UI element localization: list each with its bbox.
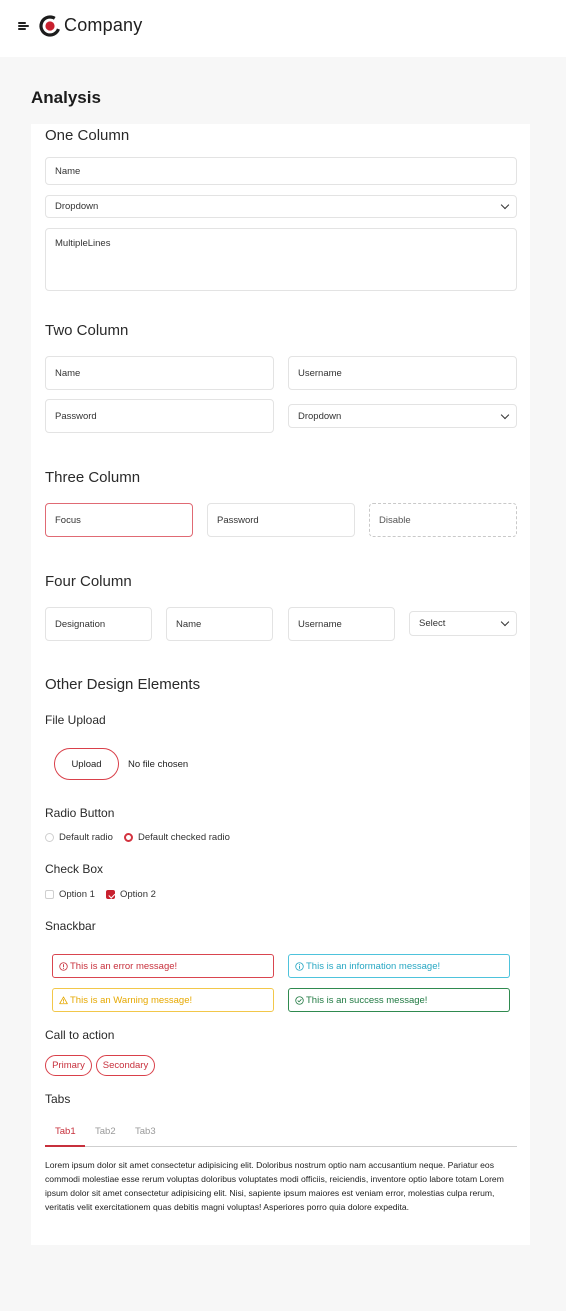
name-placeholder: Name xyxy=(176,618,202,630)
checkbox-checked-icon[interactable] xyxy=(106,890,115,899)
snackbar-title: Snackbar xyxy=(45,919,96,933)
section-title-four-column: Four Column xyxy=(45,573,132,590)
primary-button[interactable]: Primary xyxy=(45,1055,92,1076)
snackbar-warning: This is an Warning message! xyxy=(52,988,274,1012)
section-title-two-column: Two Column xyxy=(45,322,129,339)
designation-field[interactable]: Designation xyxy=(45,607,152,641)
checkbox-option-2[interactable]: Option 2 xyxy=(106,889,156,900)
username-field-four-col[interactable]: Username xyxy=(288,607,395,641)
top-bar: Company xyxy=(0,0,566,57)
snackbar-error: This is an error message! xyxy=(52,954,274,978)
tab-content: Lorem ipsum dolor sit amet consectetur a… xyxy=(45,1160,504,1213)
radio-checked-label: Default checked radio xyxy=(138,832,230,843)
check-circle-icon xyxy=(295,995,304,1005)
chevron-down-icon xyxy=(500,200,510,210)
dropdown-select[interactable]: Dropdown xyxy=(45,195,517,218)
disable-placeholder: Disable xyxy=(379,514,411,526)
section-title-one-column: One Column xyxy=(45,127,130,144)
page-title: Analysis xyxy=(31,88,101,107)
password-field-two-col[interactable]: Password xyxy=(45,399,274,433)
file-status: No file chosen xyxy=(128,759,189,770)
tab-2[interactable]: Tab2 xyxy=(95,1126,116,1137)
chevron-down-icon xyxy=(500,617,510,627)
radio-unchecked-icon[interactable] xyxy=(45,833,54,842)
dropdown-value: Dropdown xyxy=(55,201,99,212)
select-value: Select xyxy=(419,618,446,629)
call-to-action-title: Call to action xyxy=(45,1028,115,1042)
tabs-title: Tabs xyxy=(45,1092,71,1106)
tab-3[interactable]: Tab3 xyxy=(135,1126,156,1137)
password-field-three-col[interactable]: Password xyxy=(207,503,355,537)
chevron-down-icon xyxy=(500,410,510,419)
password-placeholder: Password xyxy=(217,514,259,526)
name-placeholder: Name xyxy=(55,367,81,379)
menu-icon[interactable] xyxy=(18,22,30,30)
checkbox-title: Check Box xyxy=(45,862,104,876)
radio-checked-icon[interactable] xyxy=(124,833,133,842)
name-field-four-col[interactable]: Name xyxy=(166,607,273,641)
name-placeholder: Name xyxy=(55,165,81,177)
designation-placeholder: Designation xyxy=(55,618,106,630)
checkbox-option-2-label: Option 2 xyxy=(120,889,156,900)
username-field-two-col[interactable]: Username xyxy=(288,356,517,390)
multiline-textarea[interactable]: MultipleLines xyxy=(45,228,517,291)
radio-default[interactable]: Default radio xyxy=(45,832,113,843)
warning-icon xyxy=(59,995,68,1004)
section-title-three-column: Three Column xyxy=(45,469,141,486)
dropdown-select-two-col[interactable]: Dropdown xyxy=(288,404,517,428)
checkbox-option-1[interactable]: Option 1 xyxy=(45,889,95,900)
brand-name: Company xyxy=(64,15,143,35)
checkbox-unchecked-icon[interactable] xyxy=(45,890,54,899)
password-placeholder: Password xyxy=(55,410,97,422)
name-field[interactable]: Name xyxy=(45,157,517,185)
section-title-other: Other Design Elements xyxy=(45,676,201,693)
focus-placeholder: Focus xyxy=(55,514,81,526)
company-logo-icon xyxy=(39,15,61,37)
select-four-col[interactable]: Select xyxy=(409,611,517,636)
disabled-field: Disable xyxy=(369,503,517,537)
checkbox-option-1-label: Option 1 xyxy=(59,889,95,900)
form-card: One Column Name Dropdown MultipleLines T… xyxy=(31,124,530,1245)
active-tab-indicator xyxy=(45,1145,85,1147)
snackbar-success: This is an success message! xyxy=(288,988,510,1012)
snackbar-warning-text: This is an Warning message! xyxy=(70,994,193,1006)
radio-button-title: Radio Button xyxy=(45,806,115,820)
file-upload-title: File Upload xyxy=(45,713,106,727)
info-icon xyxy=(295,961,304,971)
snackbar-info-text: This is an information message! xyxy=(306,960,441,972)
snackbar-error-text: This is an error message! xyxy=(70,960,178,972)
dropdown-value: Dropdown xyxy=(298,410,342,422)
error-icon xyxy=(59,961,68,971)
focus-field[interactable]: Focus xyxy=(45,503,193,537)
tabs-divider xyxy=(45,1146,517,1147)
username-placeholder: Username xyxy=(298,367,342,379)
username-placeholder: Username xyxy=(298,618,342,630)
snackbar-success-text: This is an success message! xyxy=(306,994,428,1006)
tab-1[interactable]: Tab1 xyxy=(55,1126,76,1137)
name-field-two-col[interactable]: Name xyxy=(45,356,274,390)
radio-default-label: Default radio xyxy=(59,832,113,843)
upload-button[interactable]: Upload xyxy=(54,748,119,780)
multiline-placeholder: MultipleLines xyxy=(55,238,111,249)
secondary-button[interactable]: Secondary xyxy=(96,1055,155,1076)
radio-checked[interactable]: Default checked radio xyxy=(124,832,230,843)
snackbar-info: This is an information message! xyxy=(288,954,510,978)
